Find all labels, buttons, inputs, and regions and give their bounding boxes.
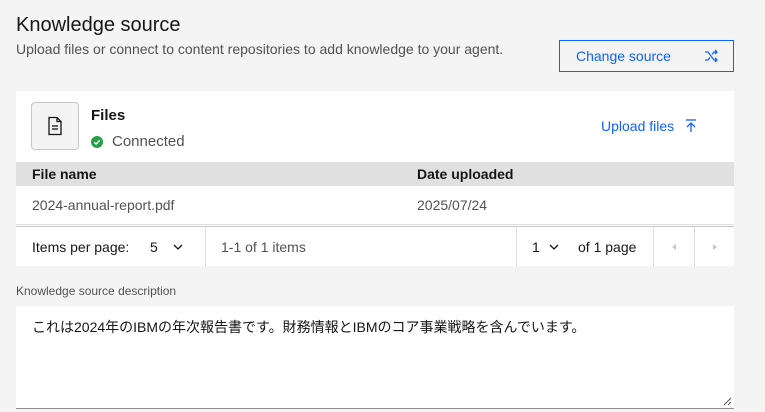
date-uploaded-cell: 2025/07/24: [417, 197, 488, 213]
status-label: Connected: [112, 133, 185, 150]
table-header: File name Date uploaded: [16, 162, 734, 186]
connection-status: Connected: [91, 133, 185, 150]
resize-handle-icon[interactable]: [722, 396, 732, 406]
description-label: Knowledge source description: [16, 284, 177, 298]
file-tile: [31, 102, 79, 150]
page-subtitle: Upload files or connect to content repos…: [16, 41, 504, 57]
items-per-page-text: Items per page:: [32, 239, 130, 255]
files-title: Files: [91, 107, 126, 124]
column-header-file-name[interactable]: File name: [32, 166, 97, 182]
upload-icon: [686, 119, 697, 132]
upload-files-button[interactable]: Upload files: [601, 118, 699, 134]
pager-divider: [205, 227, 206, 267]
items-per-page-value: 5: [150, 239, 158, 255]
total-pages: of 1 page: [578, 227, 636, 267]
items-per-page-label: Items per page:: [32, 227, 129, 267]
next-page-button[interactable]: [695, 227, 735, 267]
caret-left-icon: [672, 244, 676, 250]
items-per-page-select[interactable]: 5: [150, 227, 184, 267]
change-source-button[interactable]: Change source: [559, 40, 734, 72]
description-textarea[interactable]: これは2024年のIBMの年次報告書です。財務情報とIBMのコア事業戦略を含んで…: [16, 306, 734, 409]
page-title: Knowledge source: [16, 14, 181, 36]
chevron-down-icon: [173, 244, 183, 250]
description-text: これは2024年のIBMの年次報告書です。財務情報とIBMのコア事業戦略を含んで…: [32, 319, 586, 335]
column-header-date-uploaded[interactable]: Date uploaded: [417, 166, 513, 182]
document-icon: [48, 116, 62, 136]
files-card: Files Connected Upload files File name D…: [16, 91, 735, 267]
upload-files-label: Upload files: [601, 118, 675, 134]
change-source-label: Change source: [576, 48, 671, 64]
total-pages-text: of 1 page: [578, 239, 637, 255]
pagination: Items per page: 5 1-1 of 1 items 1 of 1 …: [16, 226, 735, 267]
chevron-down-icon: [549, 244, 559, 250]
checkmark-filled-icon: [91, 135, 103, 148]
shuffle-icon: [705, 49, 718, 63]
items-range: 1-1 of 1 items: [221, 227, 306, 267]
pager-divider: [516, 227, 517, 267]
previous-page-button[interactable]: [654, 227, 694, 267]
file-name-cell: 2024-annual-report.pdf: [32, 197, 175, 213]
caret-right-icon: [713, 244, 717, 250]
page-select[interactable]: 1: [532, 227, 560, 267]
items-range-text: 1-1 of 1 items: [221, 239, 306, 255]
page-value: 1: [532, 239, 540, 255]
table-row[interactable]: 2024-annual-report.pdf 2025/07/24: [16, 186, 734, 225]
